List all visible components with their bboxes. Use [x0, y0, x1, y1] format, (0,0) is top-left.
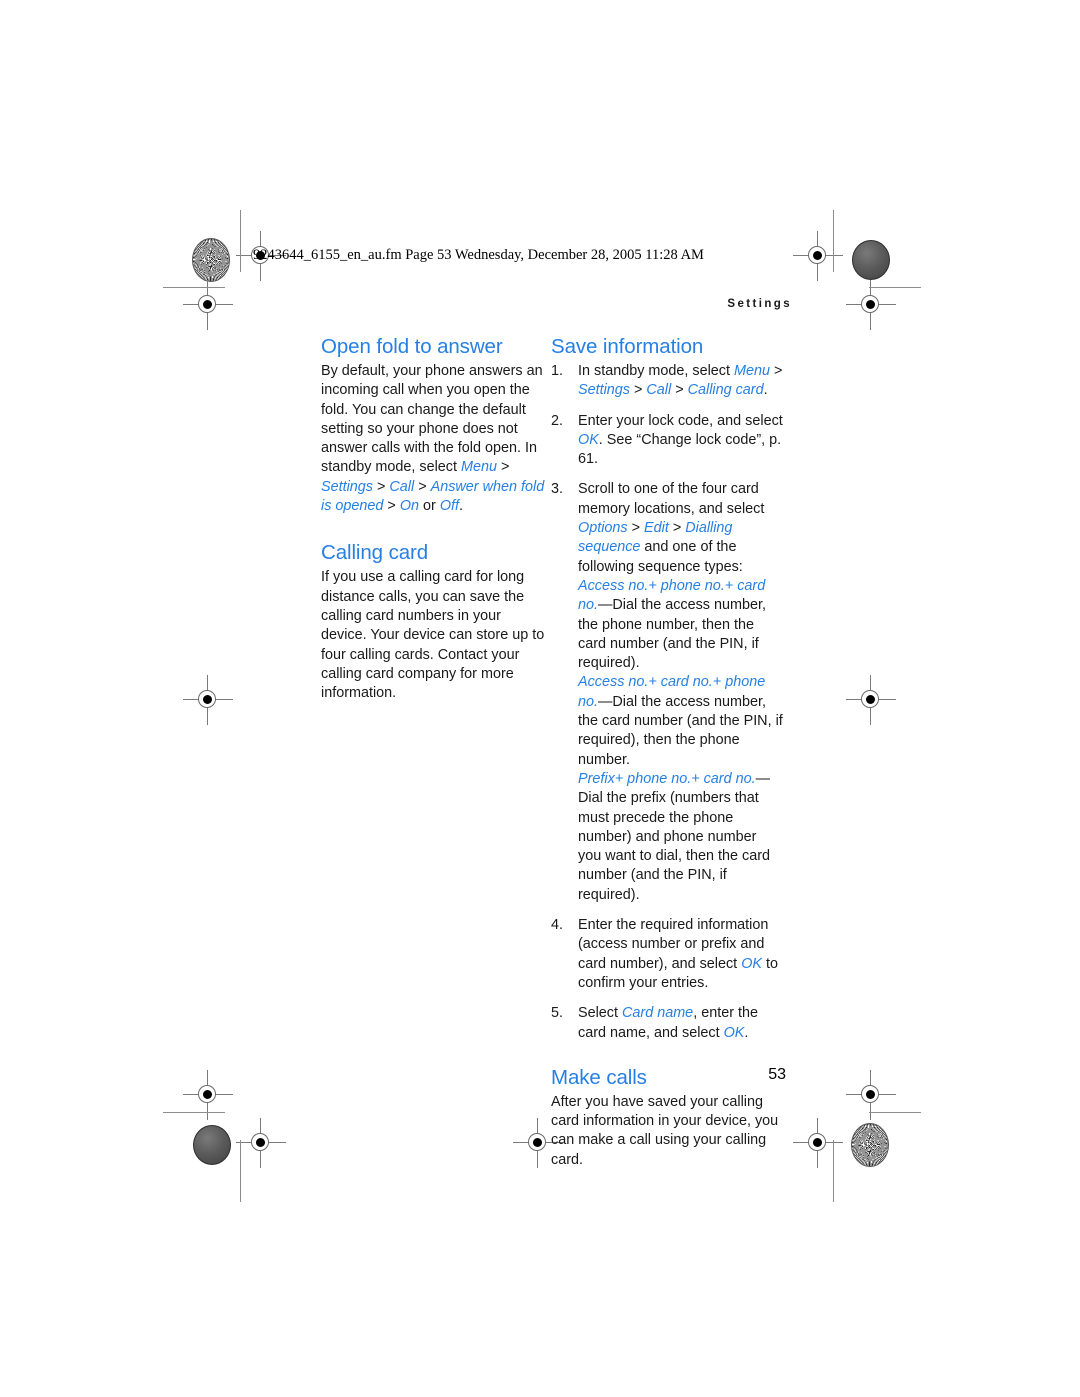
paragraph-open-fold-to-answer: By default, your phone answers an incomi…: [321, 362, 545, 516]
step-text: Enter your lock code, and select OK. See…: [578, 412, 783, 470]
step-number: 4.: [551, 917, 564, 934]
crop-line-right-bottom: [833, 1140, 834, 1202]
registration-mark-bottom-center: [513, 1118, 563, 1168]
crop-line-bottom-left: [163, 1112, 225, 1113]
step-item: 2. Enter your lock code, and select OK. S…: [551, 412, 783, 470]
gray-disc-mark-bottom-left: [193, 1125, 231, 1165]
sequence-type-dash: —: [598, 597, 613, 614]
step-number: 5.: [551, 1005, 564, 1022]
paragraph-calling-card: If you use a calling card for long dista…: [321, 569, 545, 702]
crop-line-left-bottom: [240, 1140, 241, 1202]
path-separator: >: [668, 520, 686, 537]
registration-mark-lower-right: [846, 1070, 896, 1120]
menu-path-conjunction-or: or: [419, 498, 440, 515]
step-lead-text: Select: [578, 1005, 622, 1022]
menu-path-separator-4: >: [383, 498, 400, 515]
crop-line-bottom-right: [869, 1112, 921, 1113]
registration-mark-bottom-left: [236, 1118, 286, 1168]
registration-mark-middle-right: [846, 675, 896, 725]
step-item: 4. Enter the required information (access…: [551, 916, 783, 993]
save-information-steps: 1. In standby mode, select Menu > Setting…: [551, 362, 783, 1043]
sequence-type-term: Prefix+ phone no.+ card no.: [578, 770, 756, 787]
ui-term: Card name: [622, 1005, 694, 1022]
step-item: 5. Select Card name, enter the card name,…: [551, 1004, 783, 1043]
file-stamp: 9243644_6155_en_au.fm Page 53 Wednesday,…: [253, 247, 704, 263]
step-number: 2.: [551, 412, 564, 429]
crop-line-top-right: [869, 287, 921, 288]
ui-term: OK: [723, 1024, 745, 1041]
path-separator: >: [671, 382, 688, 399]
sequence-type-paragraph: Prefix+ phone no.+ card no.— Dial the pre…: [578, 770, 783, 905]
step-item: 3. Scroll to one of the four card memory …: [551, 480, 783, 905]
menu-path-term-off: Off: [439, 498, 460, 515]
registration-mark-middle-left: [183, 675, 233, 725]
menu-path-term-on: On: [399, 498, 420, 515]
heading-make-calls: Make calls: [551, 1065, 647, 1089]
ui-term: OK: [741, 955, 762, 972]
registration-mark-upper-right: [846, 280, 896, 330]
menu-path-separator-1: >: [497, 459, 510, 476]
path-separator: .: [763, 382, 768, 399]
path-separator: >: [627, 520, 645, 537]
step-text: Enter the required information (access n…: [578, 916, 783, 993]
step-lead-text: Enter the required information (access n…: [578, 917, 769, 972]
right-column: Save information 1. In standby mode, sele…: [551, 334, 783, 1170]
step-lead-text: Enter your lock code, and select: [578, 412, 783, 429]
ui-term: OK: [578, 431, 599, 448]
step-lead-text: Scroll to one of the four card memory lo…: [578, 481, 765, 517]
step-item: 1. In standby mode, select Menu > Setting…: [551, 362, 783, 401]
menu-path-term-menu: Menu: [461, 459, 497, 476]
heading-open-fold-to-answer: Open fold to answer: [321, 335, 503, 358]
menu-path-term-settings: Settings: [321, 478, 373, 495]
gray-disc-mark-top-right: [852, 240, 890, 280]
step-text: Select Card name, enter the card name, a…: [578, 1004, 783, 1043]
step-trailing-text: See “Change lock code”, p. 61.: [578, 431, 782, 468]
ui-term: Menu: [734, 363, 770, 379]
menu-path-term-call: Call: [389, 478, 415, 495]
step-text: In standby mode, select Menu > Settings …: [578, 362, 783, 401]
sequence-type-dash: —: [755, 770, 770, 787]
crop-line-right-top: [833, 210, 834, 272]
starburst-mark-top-left: [192, 238, 230, 282]
step-text: Scroll to one of the four card memory lo…: [578, 480, 783, 576]
ui-term: Calling card: [687, 382, 764, 399]
heading-calling-card: Calling card: [321, 541, 429, 565]
registration-mark-bottom-right: [793, 1118, 843, 1168]
crop-line-left-top: [240, 210, 241, 272]
crop-line-top-left: [163, 287, 225, 288]
step-lead-text: In standby mode, select: [578, 363, 734, 379]
ui-term: Options: [578, 520, 628, 537]
menu-path-separator-2: >: [373, 478, 390, 495]
menu-path-separator-3: >: [414, 478, 431, 495]
running-head: Settings: [727, 298, 792, 310]
path-separator: ,: [693, 1005, 702, 1022]
left-column: Open fold to answer By default, your pho…: [321, 334, 545, 703]
step-number: 3.: [551, 481, 564, 498]
path-separator: >: [630, 382, 647, 399]
ui-term: Call: [646, 382, 672, 399]
sequence-type-paragraph: Access no.+ phone no.+ card no.—Dial the…: [578, 577, 783, 673]
ui-term: Edit: [644, 520, 669, 537]
heading-save-information: Save information: [551, 335, 704, 358]
sequence-type-paragraph: Access no.+ card no.+ phone no.—Dial the…: [578, 673, 783, 769]
registration-mark-top-right: [793, 231, 843, 281]
path-separator: .: [598, 431, 607, 448]
path-separator: .: [744, 1024, 749, 1041]
path-separator: >: [770, 363, 783, 379]
step-number: 1.: [551, 363, 564, 379]
paragraph-make-calls: After you have saved your calling card i…: [551, 1093, 779, 1168]
starburst-mark-bottom-right: [851, 1123, 889, 1167]
printed-page: 9243644_6155_en_au.fm Page 53 Wednesday,…: [0, 0, 1080, 1397]
sequence-type-description: Dial the prefix (numbers that must prece…: [578, 790, 770, 903]
sequence-type-dash: —: [598, 693, 613, 710]
menu-path-period: .: [459, 498, 464, 515]
ui-term: Settings: [578, 382, 630, 399]
